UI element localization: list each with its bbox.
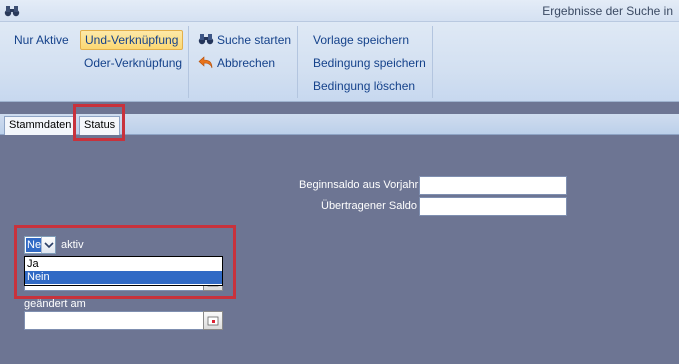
nur-aktive-button[interactable]: Nur Aktive [10,30,73,50]
suche-starten-button[interactable]: Suche starten [194,30,295,50]
oder-verknuepfung-button[interactable]: Oder-Verknüpfung [80,53,186,73]
bedingung-speichern-button[interactable]: Bedingung speichern [309,53,430,73]
geaendert-am-label: geändert am [24,298,86,310]
aktiv-dropdown-list: Ja Nein [24,256,223,286]
tab-bar: Stammdaten Status [0,114,679,135]
binoculars-icon [198,34,214,45]
tab-status[interactable]: Status [79,116,121,135]
bedingung-loeschen-button[interactable]: Bedingung löschen [309,76,419,96]
aktiv-combobox[interactable]: Ne [24,236,56,254]
aktiv-label: aktiv [61,239,84,251]
ribbon-separator [0,102,679,114]
tab-stammdaten[interactable]: Stammdaten [4,116,77,135]
beginnsaldo-input[interactable] [419,176,567,195]
aktiv-option-ja[interactable]: Ja [25,258,222,271]
abbrechen-button[interactable]: Abbrechen [194,53,279,73]
calendar-icon[interactable] [203,311,223,330]
vorlage-speichern-button[interactable]: Vorlage speichern [309,30,413,50]
beginnsaldo-label: Beginnsaldo aus Vorjahr [299,179,419,191]
ribbon: Nur Aktive Und-Verknüpfung Oder-Verknüpf… [0,22,679,102]
binoculars-icon [4,6,20,17]
aktiv-option-nein[interactable]: Nein [25,271,222,284]
geaendert-am-input[interactable] [24,311,204,330]
uebertragener-saldo-input[interactable] [419,197,567,216]
window-title: Ergebnisse der Suche in [542,4,673,18]
ribbon-group-suche: Suche starten Abbrechen [190,26,298,98]
chevron-down-icon[interactable] [41,237,55,253]
abbrechen-label: Abbrechen [217,56,276,70]
und-verknuepfung-button[interactable]: Und-Verknüpfung [80,30,184,50]
uebertragener-saldo-label: Übertragener Saldo [321,200,418,212]
aktiv-combo-value: Ne [26,238,43,252]
ribbon-group-vorlage: Vorlage speichern Bedingung speichern Be… [303,26,433,98]
ribbon-group-verknuepfung: Nur Aktive Und-Verknüpfung Oder-Verknüpf… [6,26,189,98]
suche-starten-label: Suche starten [217,33,292,47]
undo-arrow-icon [198,56,213,69]
title-bar: Ergebnisse der Suche in [0,0,679,22]
